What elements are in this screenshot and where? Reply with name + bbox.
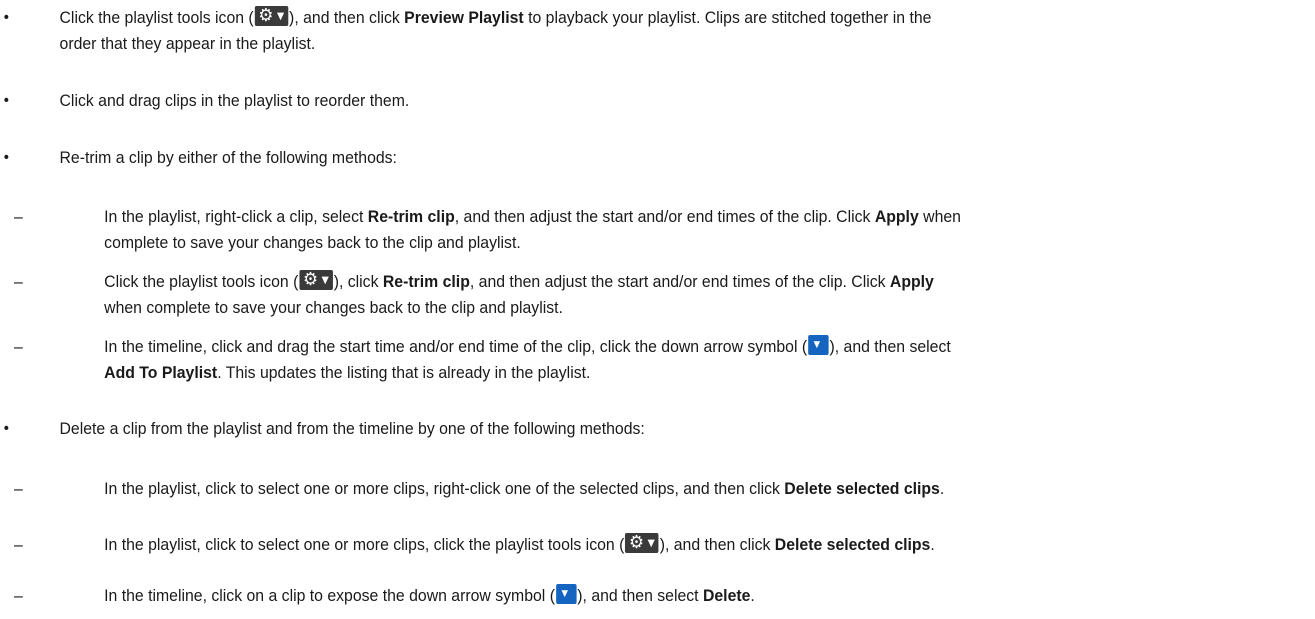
list-item-text: Click and drag clips in the playlist to … — [59, 91, 410, 110]
bold-term: Delete selected clips — [784, 479, 940, 498]
list-item-text: Click the playlist tools icon (⚙ ▼), clic… — [104, 269, 934, 317]
list-item-text: In the playlist, click to select one or … — [104, 479, 945, 498]
dash-marker: – — [13, 337, 23, 356]
bold-term: Delete — [702, 586, 751, 605]
bullet-marker: • — [3, 92, 9, 109]
bold-term: Add To Playlist — [104, 363, 218, 382]
document-body: • Click the playlist tools icon (⚙ ▼), an… — [0, 0, 1223, 619]
list-item-text: Delete a clip from the playlist and from… — [59, 419, 645, 438]
bold-term: Re-trim clip — [367, 207, 455, 226]
list-item-text: Re-trim a clip by either of the followin… — [59, 148, 397, 167]
list-item-text: In the timeline, click on a clip to expo… — [104, 584, 755, 605]
bold-term: Apply — [874, 207, 919, 226]
dash-marker: – — [13, 586, 23, 605]
playlist-tools-gear-icon: ⚙ ▼ — [254, 5, 289, 26]
bullet-marker: • — [3, 420, 9, 437]
dash-marker: – — [13, 535, 23, 554]
list-item-text: In the playlist, right-click a clip, sel… — [104, 207, 961, 252]
list-item-text: In the timeline, click and drag the star… — [104, 335, 951, 382]
list-item-text: Click the playlist tools icon (⚙ ▼), and … — [59, 5, 932, 53]
down-arrow-icon: ▼ — [808, 335, 829, 355]
bullet-marker: • — [3, 149, 9, 166]
down-arrow-icon: ▼ — [555, 584, 577, 604]
playlist-tools-gear-icon: ⚙ ▼ — [625, 532, 659, 553]
list-item-text: In the playlist, click to select one or … — [104, 532, 935, 554]
bold-term: Re-trim clip — [382, 272, 470, 291]
bullet-marker: • — [3, 9, 9, 26]
playlist-tools-gear-icon: ⚙ ▼ — [299, 269, 333, 290]
dash-marker: – — [13, 479, 23, 498]
bold-term: Delete selected clips — [774, 535, 931, 554]
bold-term: Preview Playlist — [404, 8, 524, 27]
dash-marker: – — [13, 272, 23, 291]
dash-marker: – — [13, 207, 23, 226]
bold-term: Apply — [889, 272, 934, 291]
